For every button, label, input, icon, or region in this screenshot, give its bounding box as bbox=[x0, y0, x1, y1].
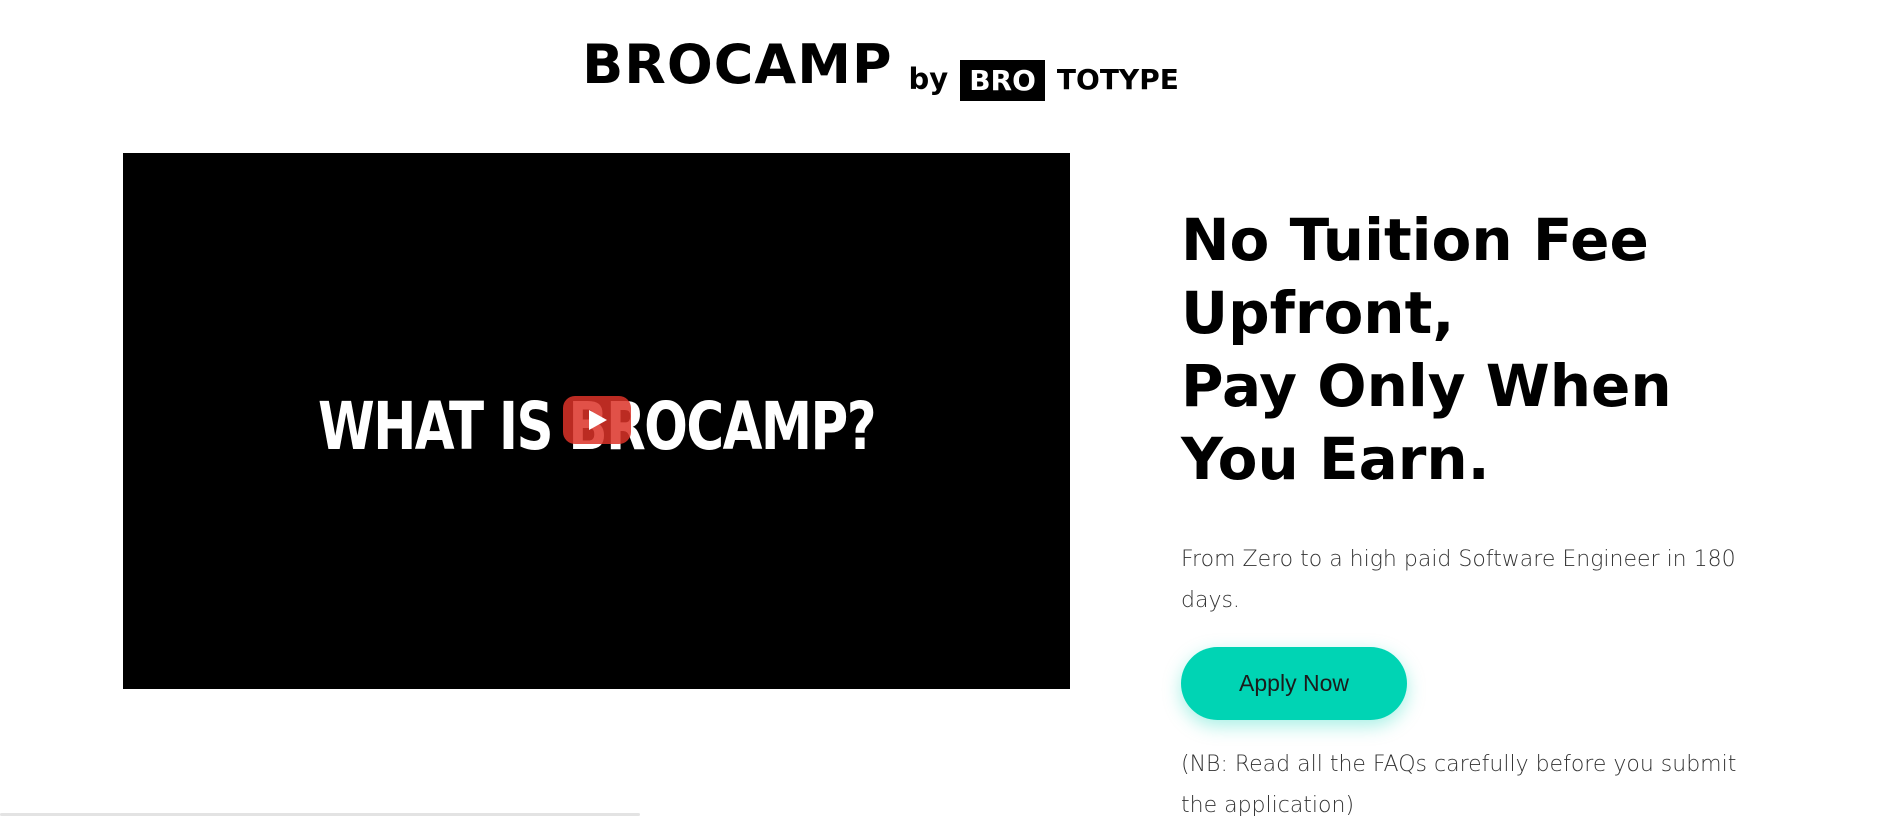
play-button[interactable] bbox=[563, 396, 631, 444]
logo-wordmark: BROCAMP bbox=[582, 33, 893, 96]
play-icon bbox=[589, 410, 607, 430]
apply-now-button[interactable]: Apply Now bbox=[1181, 647, 1407, 720]
logo-totype-text: TOTYPE bbox=[1056, 63, 1179, 96]
hero-headline: No Tuition Fee Upfront, Pay Only When Yo… bbox=[1181, 206, 1672, 493]
brand-logo-inner[interactable]: BROCAMP by BRO TOTYPE bbox=[582, 33, 1179, 101]
video-player[interactable]: WHAT IS BROCAMP? bbox=[123, 153, 1070, 689]
hero-subtext: From Zero to a high paid Software Engine… bbox=[1181, 547, 1736, 613]
faq-note: (NB: Read all the FAQs carefully before … bbox=[1181, 752, 1737, 816]
page: BROCAMP by BRO TOTYPE WHAT IS BROCAMP? N… bbox=[0, 0, 1891, 816]
logo-by-text: by bbox=[908, 62, 949, 96]
brand-logo: BROCAMP by BRO TOTYPE bbox=[0, 33, 1891, 101]
logo-bro-badge: BRO bbox=[960, 60, 1045, 101]
